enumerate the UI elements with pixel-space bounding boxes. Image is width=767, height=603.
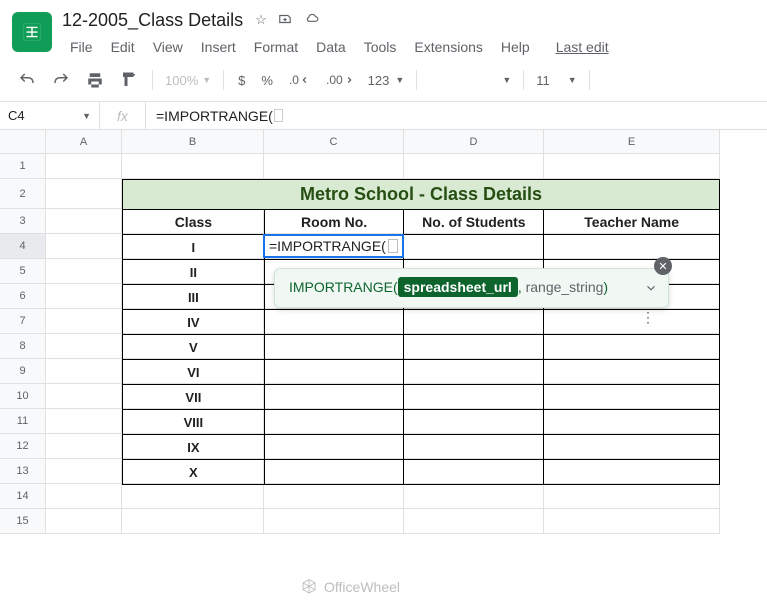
header-students: No. of Students — [404, 210, 544, 235]
header-class: Class — [123, 210, 265, 235]
tooltip-fn: IMPORTRANGE( — [289, 279, 398, 295]
header-teacher: Teacher Name — [544, 210, 720, 235]
menu-tools[interactable]: Tools — [356, 35, 405, 59]
row-header[interactable]: 3 — [0, 209, 46, 234]
zoom-select[interactable]: 100%▼ — [161, 73, 215, 88]
row-header[interactable]: 8 — [0, 334, 46, 359]
fx-label: fx — [100, 102, 146, 129]
row-header[interactable]: 6 — [0, 284, 46, 309]
table-row: VII — [123, 385, 720, 410]
row-header[interactable]: 5 — [0, 259, 46, 284]
tooltip-more-icon[interactable]: ⋮ — [641, 309, 656, 326]
formula-tooltip: ✕ IMPORTRANGE(spreadsheet_url, range_str… — [274, 268, 669, 308]
table-row: I — [123, 235, 720, 260]
menu-view[interactable]: View — [145, 35, 191, 59]
currency-button[interactable]: $ — [232, 69, 251, 92]
menu-insert[interactable]: Insert — [193, 35, 244, 59]
name-box-value: C4 — [8, 108, 25, 123]
menu-data[interactable]: Data — [308, 35, 354, 59]
menu-help[interactable]: Help — [493, 35, 538, 59]
data-table: Metro School - Class Details Class Room … — [122, 179, 720, 485]
menu-bar: File Edit View Insert Format Data Tools … — [62, 35, 755, 59]
last-edit-link[interactable]: Last edit — [548, 35, 617, 59]
tooltip-arg1: spreadsheet_url — [398, 277, 518, 297]
row-header[interactable]: 7 — [0, 309, 46, 334]
table-row: VIII — [123, 410, 720, 435]
col-header-c[interactable]: C — [264, 130, 404, 154]
name-box[interactable]: C4 ▼ — [0, 102, 100, 129]
menu-file[interactable]: File — [62, 35, 101, 59]
formula-text: =IMPORTRANGE( — [156, 108, 273, 124]
table-row: X — [123, 460, 720, 485]
row-header[interactable]: 10 — [0, 384, 46, 409]
table-row: V — [123, 335, 720, 360]
col-header-b[interactable]: B — [122, 130, 264, 154]
row-header[interactable]: 15 — [0, 509, 46, 534]
table-row: VI — [123, 360, 720, 385]
col-header-d[interactable]: D — [404, 130, 544, 154]
menu-edit[interactable]: Edit — [103, 35, 143, 59]
select-all-corner[interactable] — [0, 130, 46, 154]
col-header-e[interactable]: E — [544, 130, 720, 154]
more-formats-button[interactable]: 123▼ — [364, 73, 409, 88]
move-icon[interactable] — [277, 12, 293, 29]
increase-decimal-button[interactable]: .00 — [320, 69, 360, 91]
row-header[interactable]: 13 — [0, 459, 46, 484]
formula-cursor — [274, 109, 283, 122]
row-header[interactable]: 11 — [0, 409, 46, 434]
print-button[interactable] — [80, 67, 110, 93]
table-row: IX — [123, 435, 720, 460]
paint-format-button[interactable] — [114, 67, 144, 93]
row-header[interactable]: 14 — [0, 484, 46, 509]
header-room: Room No. — [264, 210, 404, 235]
row-header[interactable]: 9 — [0, 359, 46, 384]
row-header[interactable]: 12 — [0, 434, 46, 459]
font-select[interactable]: ▼ — [425, 75, 515, 85]
undo-button[interactable] — [12, 67, 42, 93]
watermark: OfficeWheel — [300, 578, 400, 596]
decrease-decimal-button[interactable]: .0 — [283, 69, 316, 91]
active-cell-editor[interactable]: =IMPORTRANGE( — [263, 234, 404, 258]
tooltip-expand-icon[interactable] — [644, 281, 658, 298]
tooltip-close-icon[interactable]: ✕ — [654, 257, 672, 275]
toolbar: 100%▼ $ % .0 .00 123▼ ▼ 11▼ — [0, 59, 767, 102]
tooltip-arg2: range_string — [526, 279, 604, 295]
table-title: Metro School - Class Details — [123, 180, 720, 210]
row-header[interactable]: 2 — [0, 179, 46, 209]
row-header[interactable]: 1 — [0, 154, 46, 179]
edit-cursor-icon — [388, 239, 398, 253]
star-icon[interactable]: ☆ — [255, 12, 267, 29]
menu-format[interactable]: Format — [246, 35, 306, 59]
menu-extensions[interactable]: Extensions — [406, 35, 490, 59]
sheets-logo[interactable] — [12, 12, 52, 52]
row-header[interactable]: 4 — [0, 234, 46, 259]
font-size-select[interactable]: 11▼ — [532, 73, 580, 88]
table-row: IV — [123, 310, 720, 335]
col-header-a[interactable]: A — [46, 130, 122, 154]
cloud-icon[interactable] — [303, 12, 321, 29]
redo-button[interactable] — [46, 67, 76, 93]
active-cell-text: =IMPORTRANGE( — [269, 238, 386, 254]
cell-grid[interactable]: Metro School - Class Details Class Room … — [46, 154, 720, 534]
doc-title[interactable]: 12-2005_Class Details — [62, 10, 243, 31]
formula-input[interactable]: =IMPORTRANGE( — [146, 102, 767, 129]
percent-button[interactable]: % — [255, 69, 279, 92]
